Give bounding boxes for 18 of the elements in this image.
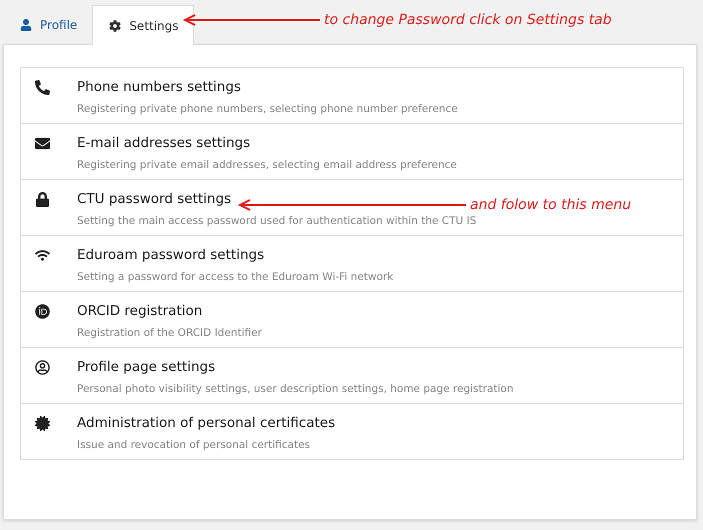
menu-item-title[interactable]: Phone numbers settings xyxy=(77,79,241,95)
menu-item-title[interactable]: Profile page settings xyxy=(77,359,216,375)
menu-item-description: Setting a password for access to the Eduroam Wi-Fi network xyxy=(77,271,394,283)
tab[interactable]: Settings xyxy=(92,5,194,45)
tab[interactable]: Profile xyxy=(3,5,92,44)
menu-item-title[interactable]: CTU password settings xyxy=(77,191,232,207)
menu-item-description: Registering private phone numbers, selecting phone number preference xyxy=(77,103,458,115)
menu-item-description: Registration of the ORCID Identifier xyxy=(77,327,262,339)
menu-item-title[interactable]: Administration of personal certificates xyxy=(77,415,336,431)
menu-item-description: Personal photo visibility settings, user description settings, home page registration xyxy=(77,383,514,395)
menu-item-description: Issue and revocation of personal certificates xyxy=(77,439,310,451)
menu-item-title[interactable]: E-mail addresses settings xyxy=(77,135,250,151)
annotation-text: to change Password click on Settings tab xyxy=(324,12,612,28)
annotation-text: and folow to this menu xyxy=(470,197,632,213)
menu-item-description: Setting the main access password used for authentication within the CTU IS xyxy=(77,215,476,227)
menu-item-description: Registering private email addresses, selecting email address preference xyxy=(77,159,457,171)
menu-item-title[interactable]: Eduroam password settings xyxy=(77,247,264,263)
menu-item-title[interactable]: ORCID registration xyxy=(77,303,202,319)
